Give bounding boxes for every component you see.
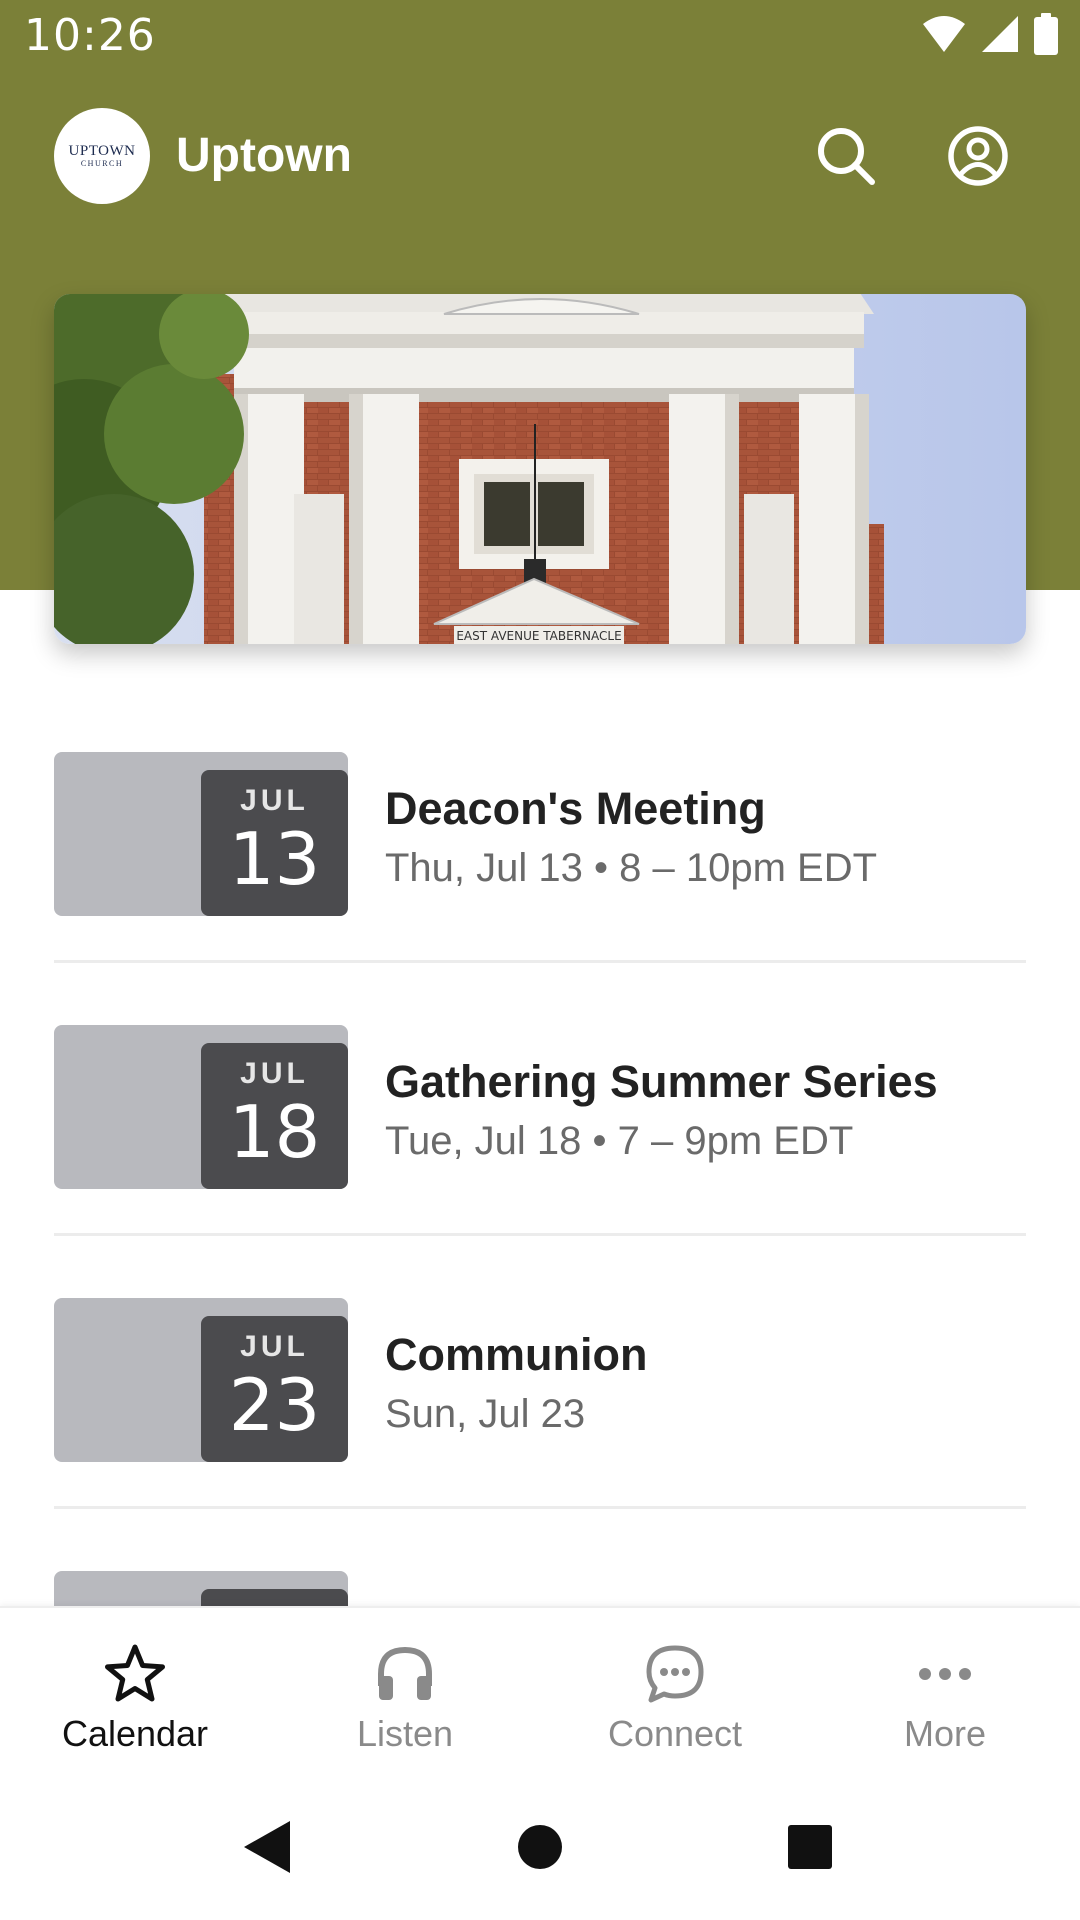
event-item[interactable]: JUL 18 Gathering Summer Series Tue, Jul … <box>0 963 1080 1236</box>
cell-signal-icon <box>980 14 1020 59</box>
bottom-tab-bar: Calendar Listen Connect More <box>0 1606 1080 1776</box>
tab-listen[interactable]: Listen <box>270 1608 540 1776</box>
date-badge-month: JUL <box>240 1330 309 1363</box>
logo-wordmark: UPTOWN <box>68 142 136 159</box>
event-datetime: Thu, Jul 13 • 8 – 10pm EDT <box>385 846 878 890</box>
recents-square-icon <box>786 1823 834 1876</box>
date-badge: JUL 13 <box>201 770 348 916</box>
event-title: Communion <box>385 1329 648 1380</box>
date-badge: JUL 18 <box>201 1043 348 1189</box>
app-title: Uptown <box>176 129 352 182</box>
back-triangle-icon <box>242 1819 292 1880</box>
logo-subtext: CHURCH <box>80 158 124 168</box>
date-badge: JUL 23 <box>201 1316 348 1462</box>
status-icons <box>922 12 1058 60</box>
hero-sign-text: EAST AVENUE TABERNACLE <box>456 629 621 643</box>
date-badge-day: 13 <box>228 817 321 901</box>
tab-label: Connect <box>607 1713 743 1754</box>
star-icon <box>0 1636 270 1712</box>
more-dots-icon <box>810 1636 1080 1712</box>
tab-more[interactable]: More <box>810 1608 1080 1776</box>
hero-image[interactable]: EAST AVENUE TABERNACLE <box>54 294 1026 644</box>
tab-label: More <box>903 1713 987 1754</box>
tab-label: Calendar <box>61 1713 209 1754</box>
church-logo[interactable]: UPTOWN CHURCH <box>54 108 150 204</box>
home-circle-icon <box>516 1823 564 1876</box>
search-button[interactable] <box>806 118 886 198</box>
search-icon <box>814 124 878 193</box>
app-bar: UPTOWN CHURCH Uptown <box>0 96 1080 216</box>
chat-bubble-icon <box>540 1636 810 1712</box>
tab-calendar[interactable]: Calendar <box>0 1608 270 1776</box>
event-datetime: Sun, Jul 23 <box>385 1392 586 1436</box>
event-item[interactable]: JUL 13 Deacon's Meeting Thu, Jul 13 • 8 … <box>0 690 1080 963</box>
home-button[interactable] <box>495 1804 585 1894</box>
profile-button[interactable] <box>938 118 1018 198</box>
recents-button[interactable] <box>765 1804 855 1894</box>
wifi-icon <box>922 14 966 59</box>
tab-label: Listen <box>356 1713 454 1754</box>
status-bar: 10:26 <box>0 0 1080 72</box>
status-time: 10:26 <box>24 10 156 61</box>
tab-connect[interactable]: Connect <box>540 1608 810 1776</box>
event-title: Gathering Summer Series <box>385 1056 938 1107</box>
event-item[interactable]: JUL 23 Communion Sun, Jul 23 <box>0 1236 1080 1509</box>
event-datetime: Tue, Jul 18 • 7 – 9pm EDT <box>385 1119 854 1163</box>
date-badge-day: 18 <box>228 1090 321 1174</box>
date-badge-month: JUL <box>240 784 309 817</box>
headphones-icon <box>270 1636 540 1712</box>
event-title: Deacon's Meeting <box>385 783 766 834</box>
battery-icon <box>1034 12 1058 60</box>
system-nav-bar <box>0 1774 1080 1920</box>
date-badge-month: JUL <box>240 1057 309 1090</box>
back-button[interactable] <box>222 1804 312 1894</box>
account-circle-icon <box>946 124 1010 193</box>
date-badge-day: 23 <box>228 1363 321 1447</box>
